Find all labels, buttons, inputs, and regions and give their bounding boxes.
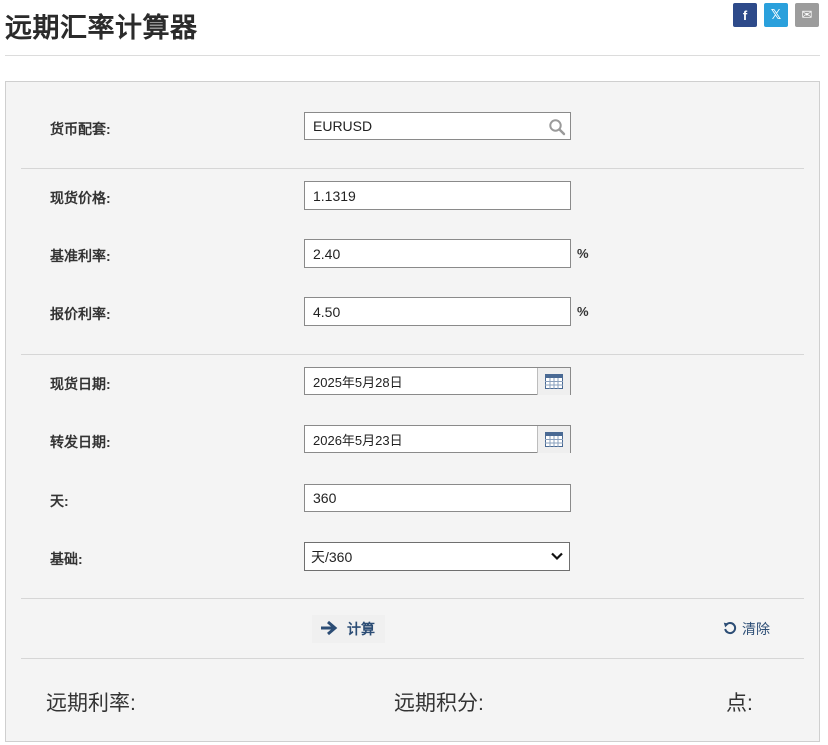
section-divider: [21, 168, 804, 169]
basis-select[interactable]: 天/360: [304, 542, 570, 571]
forward-date-input[interactable]: 2026年5月23日: [304, 425, 571, 453]
base-rate-value: 2.40: [313, 245, 341, 262]
forward-points-label: 远期积分:: [394, 692, 484, 715]
section-divider: [21, 658, 804, 659]
quote-rate-input[interactable]: 4.50: [304, 297, 571, 326]
spot-date-label: 现货日期:: [50, 376, 111, 392]
clear-label: 清除: [742, 621, 770, 637]
section-divider: [21, 354, 804, 355]
twitter-share-icon[interactable]: 𝕏: [764, 3, 788, 27]
days-label: 天:: [50, 493, 69, 509]
currency-pair-label: 货币配套:: [50, 121, 111, 137]
calculator-panel: 货币配套: EURUSD 现货价格: 1.1319 基准利率: 2.40 % 报…: [5, 81, 820, 742]
title-divider: [5, 55, 820, 56]
spot-date-input[interactable]: 2025年5月28日: [304, 367, 571, 395]
arrow-right-icon: [320, 620, 338, 639]
calendar-icon[interactable]: [537, 426, 570, 453]
spot-price-input[interactable]: 1.1319: [304, 181, 571, 210]
reset-icon: [723, 621, 737, 638]
calculate-button[interactable]: 计算: [312, 615, 385, 643]
calendar-icon[interactable]: [537, 368, 570, 395]
quote-rate-label: 报价利率:: [50, 306, 111, 322]
base-rate-unit: %: [577, 246, 589, 261]
days-input[interactable]: 360: [304, 484, 571, 512]
base-rate-label: 基准利率:: [50, 248, 111, 264]
clear-button[interactable]: 清除: [723, 619, 770, 639]
quote-rate-value: 4.50: [313, 303, 341, 320]
share-bar: f 𝕏 ✉: [733, 3, 819, 27]
basis-label: 基础:: [50, 551, 83, 567]
currency-pair-value: EURUSD: [313, 118, 373, 134]
chevron-down-icon[interactable]: [550, 549, 564, 566]
spot-price-label: 现货价格:: [50, 190, 111, 206]
forward-date-label: 转发日期:: [50, 434, 111, 450]
forward-date-value: 2026年5月23日: [313, 432, 403, 448]
days-value: 360: [313, 490, 337, 506]
points-label: 点:: [726, 692, 753, 715]
facebook-share-icon[interactable]: f: [733, 3, 757, 27]
quote-rate-unit: %: [577, 304, 589, 319]
base-rate-input[interactable]: 2.40: [304, 239, 571, 268]
basis-selected-value: 天/360: [311, 548, 353, 565]
spot-price-value: 1.1319: [313, 187, 356, 204]
search-icon[interactable]: [548, 118, 566, 139]
currency-pair-input[interactable]: EURUSD: [304, 112, 571, 140]
page-title: 远期汇率计算器: [5, 13, 198, 43]
email-share-icon[interactable]: ✉: [795, 3, 819, 27]
forward-rate-label: 远期利率:: [46, 692, 136, 715]
spot-date-value: 2025年5月28日: [313, 374, 403, 390]
calculate-label: 计算: [347, 621, 375, 637]
section-divider: [21, 598, 804, 599]
